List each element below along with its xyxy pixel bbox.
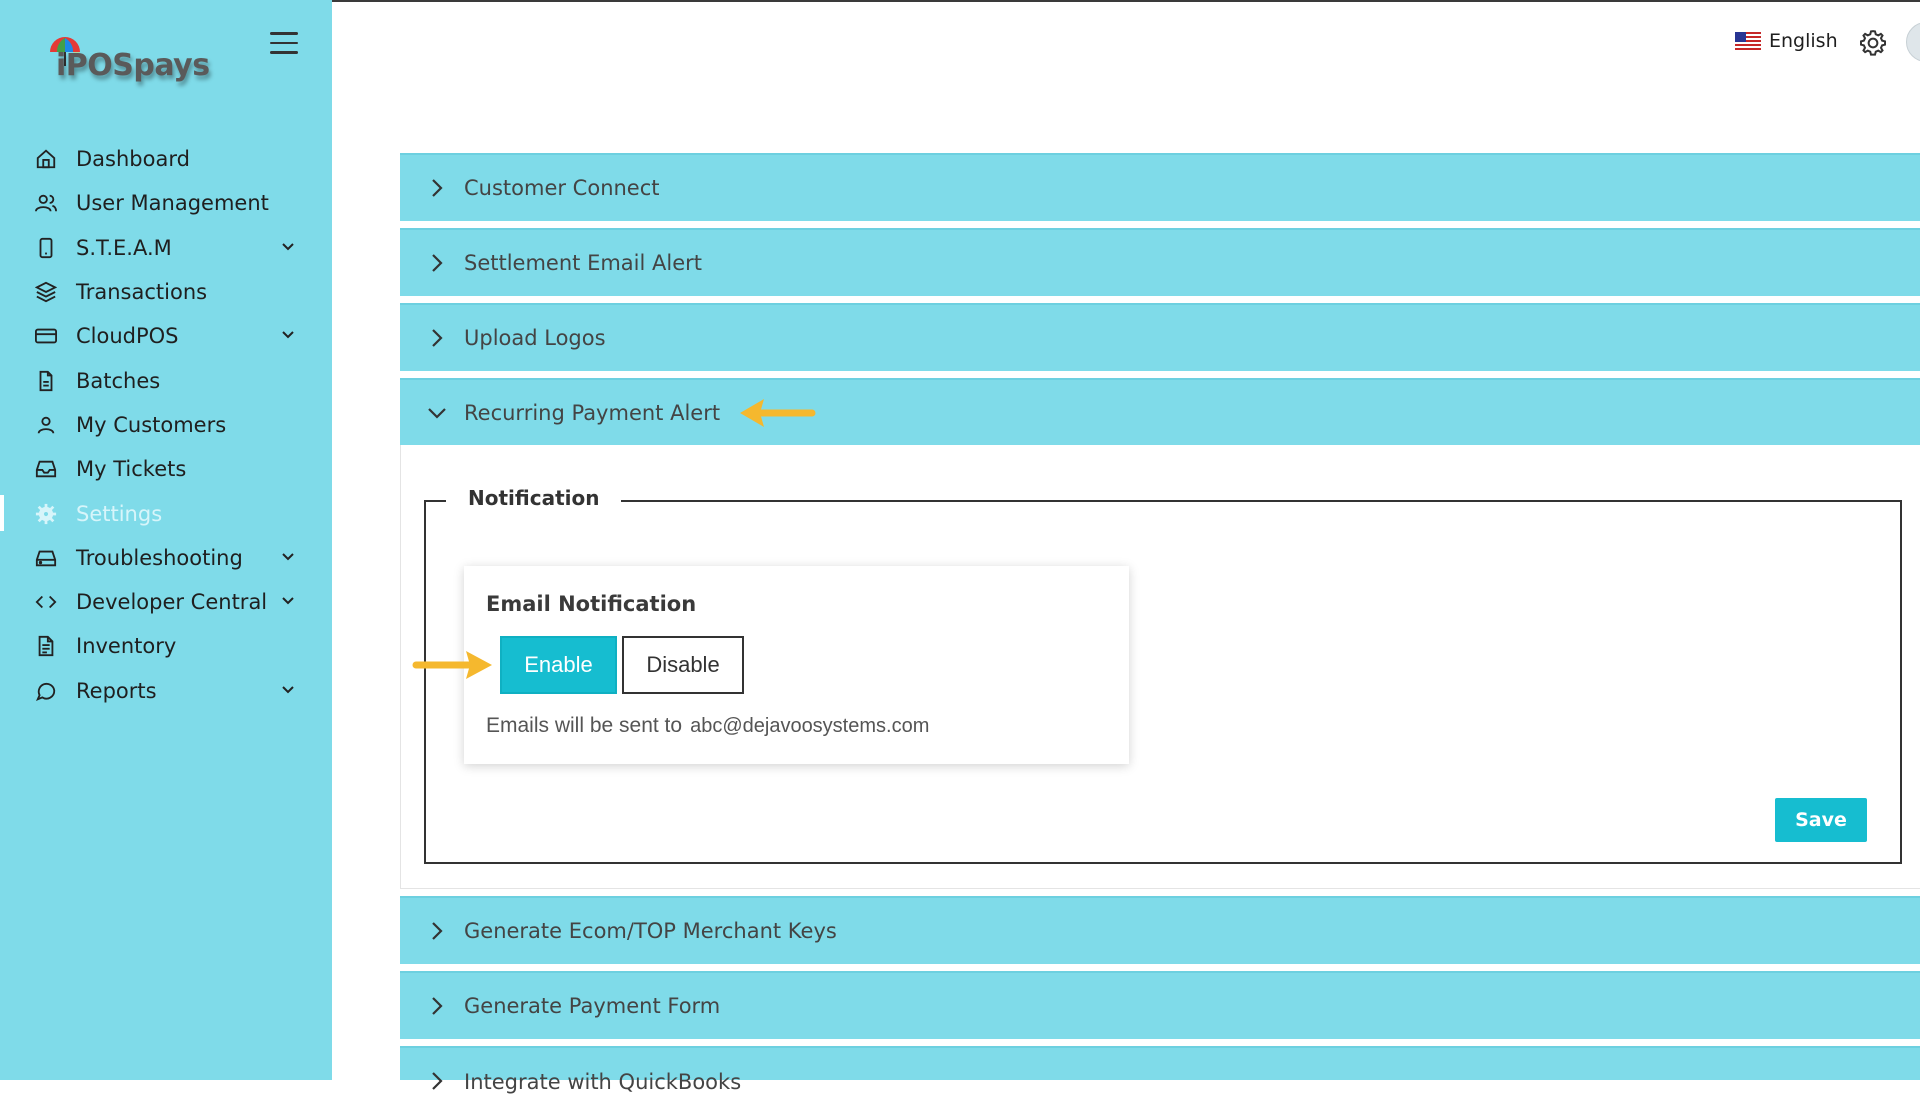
sidebar-item-transactions[interactable]: Transactions <box>0 270 332 314</box>
sidebar-item-label: S.T.E.A.M <box>76 235 172 260</box>
user-icon <box>34 413 58 437</box>
sidebar-item-label: Batches <box>76 368 161 393</box>
inbox-icon <box>34 457 58 481</box>
section-settlement-email-alert[interactable]: Settlement Email Alert <box>400 228 1920 296</box>
section-recurring-payment-alert[interactable]: Recurring Payment Alert <box>400 378 1920 446</box>
sidebar-item-label: My Tickets <box>76 457 187 482</box>
language-label: English <box>1769 30 1838 52</box>
section-integrate-quickbooks[interactable]: Integrate with QuickBooks <box>400 1046 1920 1094</box>
sidebar-item-my-tickets[interactable]: My Tickets <box>0 447 332 491</box>
section-title: Generate Ecom/TOP Merchant Keys <box>464 919 837 943</box>
sidebar-item-troubleshooting[interactable]: Troubleshooting <box>0 536 332 580</box>
email-address: abc@dejavoosystems.com <box>690 715 930 737</box>
users-icon <box>34 191 58 215</box>
file-icon <box>34 369 58 393</box>
chevron-right-icon <box>432 997 443 1015</box>
phone-icon <box>34 236 58 260</box>
avatar[interactable] <box>1906 22 1920 62</box>
sidebar-item-developer-central[interactable]: Developer Central <box>0 580 332 624</box>
email-prefix: Emails will be sent to <box>486 714 683 737</box>
sidebar-item-batches[interactable]: Batches <box>0 358 332 402</box>
sidebar-item-label: Troubleshooting <box>76 545 243 570</box>
menu-toggle-icon[interactable] <box>270 32 298 56</box>
section-title: Upload Logos <box>464 326 606 350</box>
sidebar-item-reports[interactable]: Reports <box>0 669 332 713</box>
chevron-right-icon <box>432 179 443 197</box>
chevron-down-icon[interactable] <box>280 592 296 608</box>
sidebar-item-label: Dashboard <box>76 147 190 172</box>
home-icon <box>34 147 58 171</box>
section-title: Generate Payment Form <box>464 994 721 1018</box>
gear-icon <box>34 502 58 526</box>
sidebar-item-cloudpos[interactable]: CloudPOS <box>0 314 332 358</box>
code-icon <box>34 590 58 614</box>
chevron-right-icon <box>432 254 443 272</box>
settings-gear-icon[interactable] <box>1858 28 1888 58</box>
document-icon <box>34 634 58 658</box>
chevron-down-icon[interactable] <box>280 548 296 564</box>
notification-legend: Notification <box>446 486 622 510</box>
section-title: Customer Connect <box>464 176 660 200</box>
chevron-down-icon[interactable] <box>280 326 296 342</box>
chevron-right-icon <box>432 922 443 940</box>
sidebar-item-inventory[interactable]: Inventory <box>0 624 332 668</box>
chevron-down-icon[interactable] <box>280 681 296 697</box>
sidebar-item-label: Transactions <box>76 280 208 305</box>
sidebar-item-label: CloudPOS <box>76 324 179 349</box>
section-generate-merchant-keys[interactable]: Generate Ecom/TOP Merchant Keys <box>400 896 1920 964</box>
sidebar: iPOSpays Dashboard User Management S.T.E… <box>0 0 332 1080</box>
sidebar-nav: Dashboard User Management S.T.E.A.M Tran… <box>0 137 332 713</box>
sidebar-item-label: Inventory <box>76 634 177 659</box>
section-title: Settlement Email Alert <box>464 251 702 275</box>
email-recipient-line: Emails will be sent to abc@dejavoosystems… <box>486 714 929 738</box>
sidebar-item-label: User Management <box>76 191 269 216</box>
us-flag-icon <box>1735 32 1761 50</box>
card-icon <box>34 324 58 348</box>
save-button[interactable]: Save <box>1775 798 1867 842</box>
chevron-right-icon <box>432 329 443 347</box>
enable-button[interactable]: Enable <box>500 636 617 694</box>
sidebar-item-label: Developer Central <box>76 590 268 615</box>
sidebar-item-label: Settings <box>76 501 163 526</box>
email-notification-title: Email Notification <box>486 592 697 616</box>
section-title: Integrate with QuickBooks <box>464 1070 742 1094</box>
sidebar-item-steam[interactable]: S.T.E.A.M <box>0 226 332 270</box>
chevron-right-icon <box>432 1072 443 1090</box>
annotation-arrow-right-icon <box>412 651 492 679</box>
sidebar-item-dashboard[interactable]: Dashboard <box>0 137 332 181</box>
section-customer-connect[interactable]: Customer Connect <box>400 153 1920 221</box>
app-logo[interactable]: iPOSpays <box>46 36 226 100</box>
sidebar-item-settings[interactable]: Settings <box>0 491 332 535</box>
sidebar-item-my-customers[interactable]: My Customers <box>0 403 332 447</box>
annotation-arrow-left-icon <box>740 399 816 427</box>
sidebar-item-label: Reports <box>76 678 157 703</box>
chevron-down-icon <box>428 408 446 419</box>
section-upload-logos[interactable]: Upload Logos <box>400 303 1920 371</box>
layers-icon <box>34 280 58 304</box>
disable-button[interactable]: Disable <box>622 636 744 694</box>
message-icon <box>34 679 58 703</box>
logo-text: iPOSpays <box>56 48 210 83</box>
section-generate-payment-form[interactable]: Generate Payment Form <box>400 971 1920 1039</box>
section-title: Recurring Payment Alert <box>464 401 721 425</box>
language-selector[interactable]: English <box>1735 30 1838 52</box>
chevron-down-icon[interactable] <box>280 238 296 254</box>
drive-icon <box>34 546 58 570</box>
sidebar-item-user-management[interactable]: User Management <box>0 181 332 225</box>
sidebar-item-label: My Customers <box>76 412 227 437</box>
